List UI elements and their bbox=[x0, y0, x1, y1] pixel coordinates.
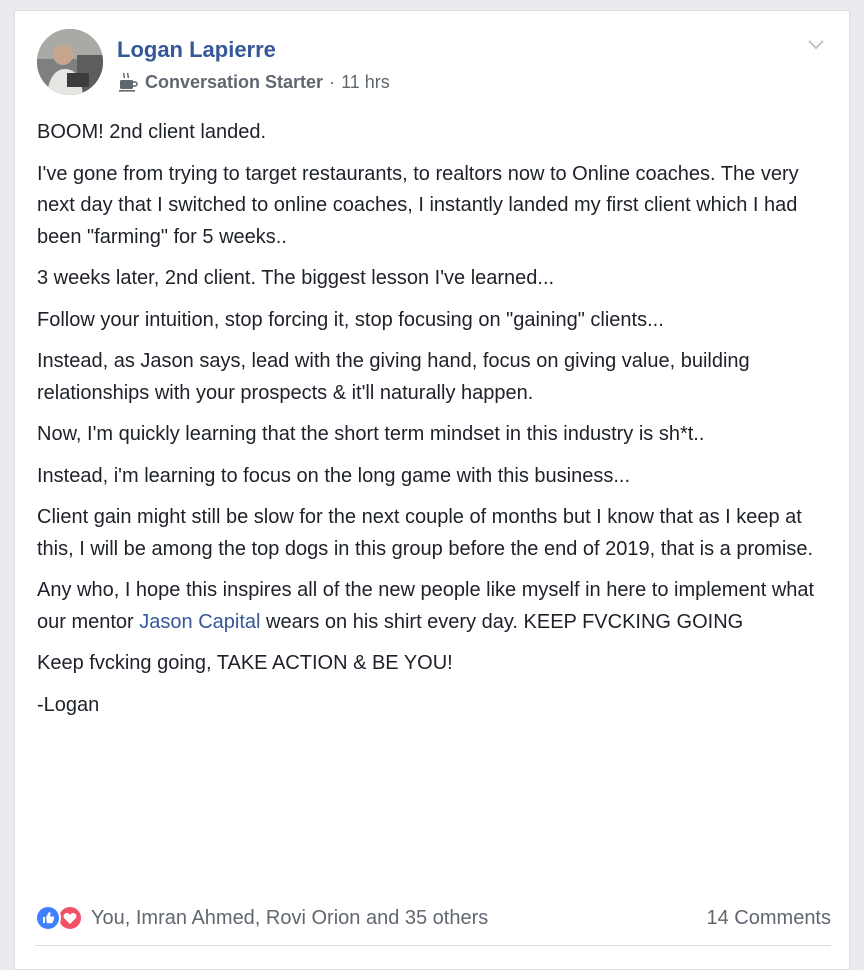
like-icon[interactable] bbox=[35, 905, 61, 931]
reactions-summary[interactable]: You, Imran Ahmed, Rovi Orion and 35 othe… bbox=[35, 905, 488, 931]
chevron-down-icon[interactable] bbox=[803, 33, 829, 55]
post-footer: You, Imran Ahmed, Rovi Orion and 35 othe… bbox=[35, 901, 831, 937]
post-timestamp[interactable]: 11 hrs bbox=[341, 72, 390, 93]
comments-count[interactable]: 14 Comments bbox=[707, 907, 832, 930]
badge-label[interactable]: Conversation Starter bbox=[145, 72, 323, 93]
meta-separator: · bbox=[329, 71, 336, 92]
post-card: Logan Lapierre Conversation Starter · 11… bbox=[14, 10, 850, 970]
post-paragraph: Any who, I hope this inspires all of the… bbox=[37, 575, 837, 638]
post-paragraph: Follow your intuition, stop forcing it, … bbox=[37, 308, 664, 331]
heart-glyph bbox=[63, 913, 77, 924]
mention-link[interactable]: Jason Capital bbox=[139, 611, 260, 633]
thumbs-up-glyph bbox=[43, 912, 55, 924]
avatar-photo bbox=[37, 29, 103, 95]
reactions-names[interactable]: You, Imran Ahmed, Rovi Orion and 35 othe… bbox=[91, 907, 488, 930]
post-paragraph: 3 weeks later, 2nd client. The biggest l… bbox=[37, 267, 555, 289]
post-paragraph: Client gain might still be slow for the … bbox=[37, 506, 814, 560]
author-name[interactable]: Logan Lapierre bbox=[117, 37, 276, 63]
post-paragraph: BOOM! 2nd client landed. bbox=[37, 121, 267, 143]
post-paragraph: Instead, as Jason says, lead with the gi… bbox=[37, 350, 750, 404]
footer-divider bbox=[35, 945, 831, 946]
post-paragraph: Now, I'm quickly learning that the short… bbox=[37, 423, 705, 445]
paragraph-text: wears on his shirt every day. KEEP FVCKI… bbox=[260, 610, 744, 633]
post-meta: Conversation Starter · 11 hrs bbox=[117, 71, 390, 93]
post-paragraph: Instead, i'm learning to focus on the lo… bbox=[37, 464, 631, 487]
post-body: BOOM! 2nd client landed. I've gone from … bbox=[37, 117, 837, 731]
avatar[interactable] bbox=[37, 29, 103, 95]
coffee-cup-icon bbox=[119, 72, 138, 92]
post-paragraph: -Logan bbox=[37, 693, 100, 716]
post-header: Logan Lapierre Conversation Starter · 11… bbox=[37, 29, 829, 109]
post-paragraph: I've gone from trying to target restaura… bbox=[37, 162, 799, 248]
post-paragraph: Keep fvcking going, TAKE ACTION & BE YOU… bbox=[37, 652, 453, 674]
